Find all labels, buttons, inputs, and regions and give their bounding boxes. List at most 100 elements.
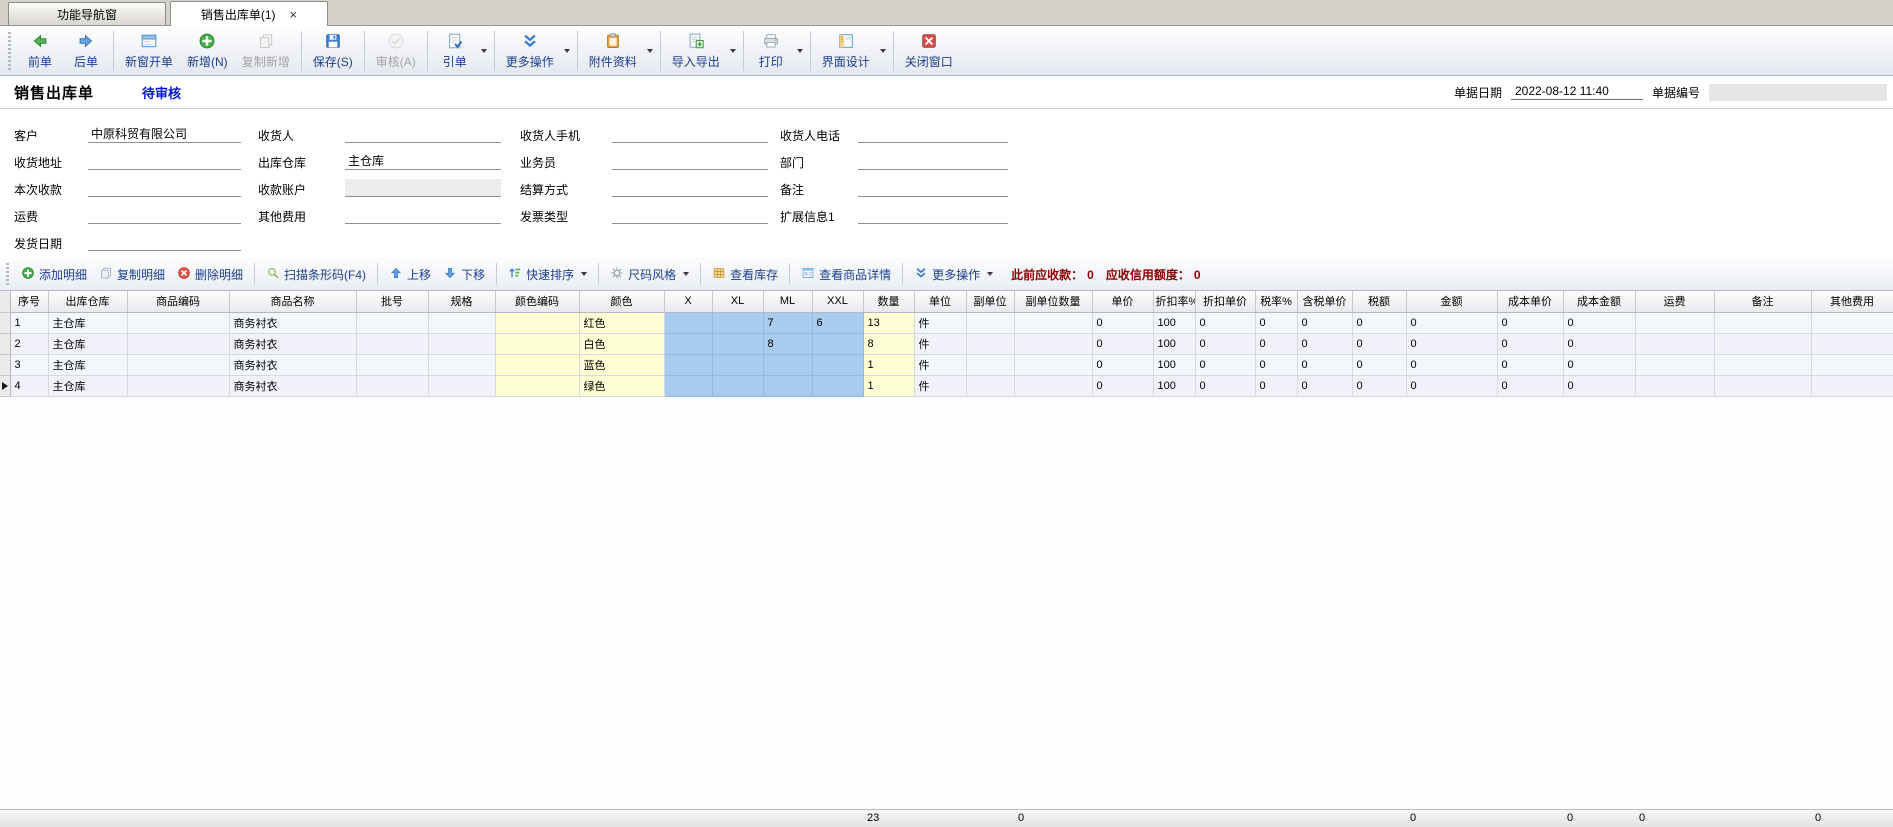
grid-cell[interactable] <box>1635 354 1714 375</box>
add-new-button[interactable]: 新增(N) <box>180 30 235 72</box>
delivery-address-field[interactable] <box>88 152 241 170</box>
quick-sort-button[interactable]: 快速排序 <box>502 263 593 286</box>
column-header[interactable]: ML <box>763 291 812 312</box>
column-header[interactable]: 备注 <box>1714 291 1811 312</box>
grid-cell[interactable]: 100 <box>1153 375 1195 396</box>
grid-cell[interactable] <box>812 333 863 354</box>
consignee-field[interactable] <box>345 125 501 143</box>
grid-cell[interactable]: 0 <box>1563 312 1635 333</box>
grid-cell[interactable]: 1 <box>10 312 48 333</box>
close-window-button[interactable]: 关闭窗口 <box>898 30 960 72</box>
grid-cell[interactable]: 2 <box>10 333 48 354</box>
department-field[interactable] <box>858 152 1008 170</box>
import-export-button[interactable]: 导入导出 <box>665 30 727 72</box>
grid-cell[interactable]: 6 <box>812 312 863 333</box>
invoice-type-field[interactable] <box>612 206 768 224</box>
grid-cell[interactable]: 商务衬衣 <box>229 375 356 396</box>
column-header[interactable]: 商品名称 <box>229 291 356 312</box>
grid-cell[interactable] <box>1014 354 1092 375</box>
grid-cell[interactable]: 主仓库 <box>48 312 127 333</box>
grid-cell[interactable]: 0 <box>1563 354 1635 375</box>
more-operations-button[interactable]: 更多操作 <box>499 30 561 72</box>
size-style-button[interactable]: 尺码风格 <box>604 263 695 286</box>
grid-cell[interactable] <box>1714 354 1811 375</box>
ref-order-button[interactable]: 引单 <box>432 30 478 72</box>
grid-cell[interactable]: 100 <box>1153 312 1195 333</box>
grid-cell[interactable] <box>763 354 812 375</box>
consignee-mobile-field[interactable] <box>612 125 768 143</box>
dropdown-arrow-icon[interactable] <box>561 26 573 75</box>
grid-cell[interactable]: 白色 <box>579 333 664 354</box>
grid-cell[interactable] <box>356 375 428 396</box>
grid-cell[interactable] <box>812 375 863 396</box>
grid-cell[interactable] <box>664 312 712 333</box>
grid-cell[interactable]: 1 <box>863 354 914 375</box>
grid-cell[interactable] <box>763 375 812 396</box>
remarks-field[interactable] <box>858 179 1008 197</box>
grid-cell[interactable]: 0 <box>1092 333 1153 354</box>
grid-cell[interactable]: 件 <box>914 333 966 354</box>
grid-cell[interactable] <box>1811 312 1893 333</box>
doc-date-field[interactable]: 2022-08-12 11:40 <box>1511 84 1643 100</box>
grid-cell[interactable]: 0 <box>1195 375 1255 396</box>
move-up-button[interactable]: 上移 <box>383 263 437 286</box>
column-header[interactable]: 副单位 <box>966 291 1014 312</box>
grid-cell[interactable] <box>356 312 428 333</box>
delete-detail-button[interactable]: 删除明细 <box>171 263 249 286</box>
attachments-button[interactable]: 附件资料 <box>582 30 644 72</box>
grid-cell[interactable] <box>966 354 1014 375</box>
column-header[interactable]: 成本金额 <box>1563 291 1635 312</box>
grid-cell[interactable]: 绿色 <box>579 375 664 396</box>
grid-cell[interactable] <box>1635 312 1714 333</box>
grid-cell[interactable] <box>1635 375 1714 396</box>
grid-cell[interactable]: 0 <box>1497 312 1563 333</box>
ship-date-field[interactable] <box>88 233 241 251</box>
grid-cell[interactable]: 0 <box>1352 375 1406 396</box>
column-header[interactable]: 税率% <box>1255 291 1297 312</box>
dropdown-arrow-icon[interactable] <box>987 272 993 276</box>
salesperson-field[interactable] <box>612 152 768 170</box>
dropdown-arrow-icon[interactable] <box>794 26 806 75</box>
grid-cell[interactable] <box>1014 375 1092 396</box>
grid-cell[interactable]: 13 <box>863 312 914 333</box>
grid-cell[interactable]: 0 <box>1563 375 1635 396</box>
grid-cell[interactable] <box>712 354 763 375</box>
grid-cell[interactable] <box>428 354 495 375</box>
grid-cell[interactable] <box>428 375 495 396</box>
grid-cell[interactable]: 0 <box>1352 312 1406 333</box>
grid-cell[interactable] <box>127 354 229 375</box>
grid-cell[interactable]: 0 <box>1297 312 1352 333</box>
grid-cell[interactable]: 0 <box>1195 312 1255 333</box>
grid-cell[interactable] <box>664 333 712 354</box>
dropdown-arrow-icon[interactable] <box>683 272 689 276</box>
outbound-warehouse-field[interactable]: 主仓库 <box>345 152 501 170</box>
freight-field[interactable] <box>88 206 241 224</box>
grid-cell[interactable]: 0 <box>1497 333 1563 354</box>
grid-cell[interactable]: 主仓库 <box>48 375 127 396</box>
column-header[interactable]: 规格 <box>428 291 495 312</box>
column-header[interactable]: 金额 <box>1406 291 1497 312</box>
grid-cell[interactable] <box>495 354 579 375</box>
column-header[interactable]: 批号 <box>356 291 428 312</box>
grid-cell[interactable]: 0 <box>1092 354 1153 375</box>
grid-cell[interactable] <box>712 312 763 333</box>
grid-cell[interactable] <box>812 354 863 375</box>
view-product-detail-button[interactable]: 查看商品详情 <box>795 263 897 286</box>
audit-button[interactable]: 审核(A) <box>369 30 423 72</box>
grid-cell[interactable] <box>712 375 763 396</box>
dropdown-arrow-icon[interactable] <box>478 26 490 75</box>
column-header[interactable]: XXL <box>812 291 863 312</box>
scan-barcode-button[interactable]: 扫描条形码(F4) <box>260 263 372 286</box>
dropdown-arrow-icon[interactable] <box>727 26 739 75</box>
grid-cell[interactable]: 商务衬衣 <box>229 312 356 333</box>
grid-cell[interactable] <box>1635 333 1714 354</box>
grid-cell[interactable]: 0 <box>1352 354 1406 375</box>
grid-cell[interactable]: 0 <box>1255 312 1297 333</box>
view-stock-button[interactable]: 查看库存 <box>706 263 784 286</box>
grid-cell[interactable] <box>127 312 229 333</box>
column-header[interactable]: 折扣单价 <box>1195 291 1255 312</box>
consignee-phone-field[interactable] <box>858 125 1008 143</box>
grid-cell[interactable] <box>1714 312 1811 333</box>
settlement-method-field[interactable] <box>612 179 768 197</box>
column-header[interactable]: 副单位数量 <box>1014 291 1092 312</box>
